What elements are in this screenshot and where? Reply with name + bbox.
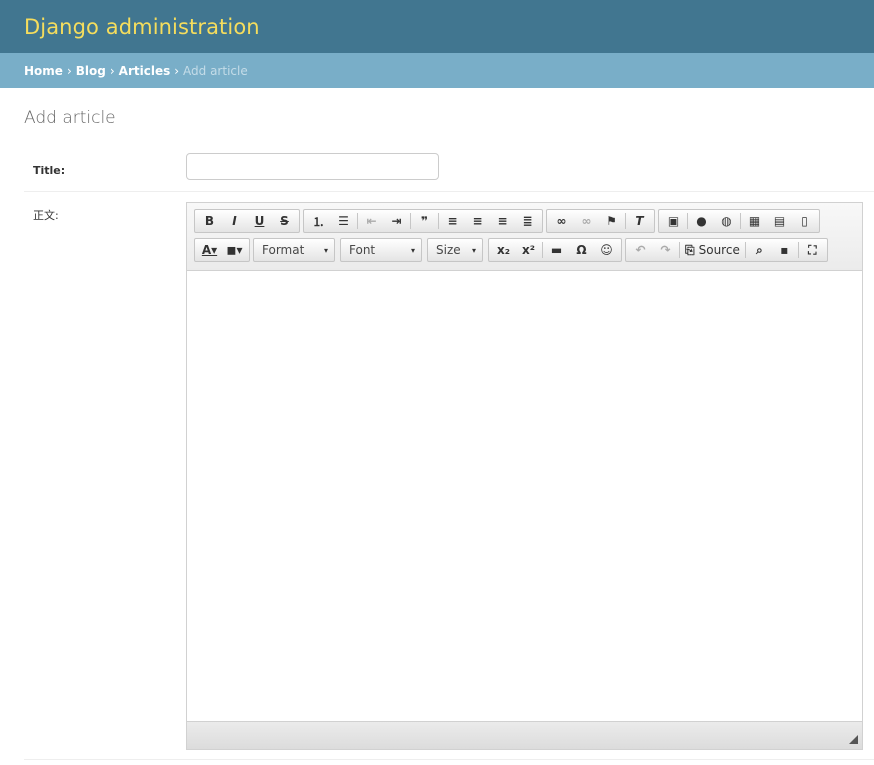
unlink-icon[interactable]: ∞ bbox=[574, 211, 599, 231]
rich-text-editor: B I U S ⒈ ☰ ⇤ ⇥ ❞ ≡ ≡ ≡ ≣ ∞ ∞ ⚑ T ▣ ● ◍ … bbox=[186, 202, 863, 750]
format-dropdown[interactable]: Format ▾ bbox=[253, 238, 335, 262]
body-form-row: 正文: B I U S ⒈ ☰ ⇤ ⇥ ❞ ≡ ≡ ≡ ≣ ∞ ∞ ⚑ T ▣ … bbox=[24, 192, 874, 760]
preview-icon[interactable]: ⌕ bbox=[747, 240, 772, 260]
editor-toolbar: B I U S ⒈ ☰ ⇤ ⇥ ❞ ≡ ≡ ≡ ≣ ∞ ∞ ⚑ T ▣ ● ◍ … bbox=[187, 203, 862, 271]
background-color-icon[interactable]: ◼▾ bbox=[222, 240, 247, 260]
toolbar-separator bbox=[679, 242, 680, 258]
chevron-down-icon: ▾ bbox=[410, 245, 415, 255]
link-icon[interactable]: ∞ bbox=[549, 211, 574, 231]
breadcrumb-model[interactable]: Articles bbox=[119, 64, 171, 78]
toolbar-separator bbox=[625, 213, 626, 229]
source-label: Source bbox=[698, 243, 740, 257]
toolbar-separator bbox=[410, 213, 411, 229]
image-icon[interactable]: ▣ bbox=[661, 211, 686, 231]
breadcrumb-current: Add article bbox=[183, 63, 248, 78]
document-icon[interactable]: ▯ bbox=[792, 211, 817, 231]
toolbar-group-basic: B I U S bbox=[194, 209, 300, 233]
undo-icon[interactable]: ↶ bbox=[628, 240, 653, 260]
numbered-list-icon[interactable]: ⒈ bbox=[306, 211, 331, 231]
toolbar-separator bbox=[740, 213, 741, 229]
align-center-icon[interactable]: ≡ bbox=[465, 211, 490, 231]
superscript-icon[interactable]: x² bbox=[516, 240, 541, 260]
smiley-icon[interactable]: ☺ bbox=[594, 240, 619, 260]
decrease-indent-icon[interactable]: ⇤ bbox=[359, 211, 384, 231]
breadcrumb-home[interactable]: Home bbox=[24, 64, 63, 78]
toolbar-separator bbox=[438, 213, 439, 229]
increase-indent-icon[interactable]: ⇥ bbox=[384, 211, 409, 231]
toolbar-row-2: A▾ ◼▾ Format ▾ Font ▾ Size ▾ x₂ x² ▬ Ω ☺… bbox=[194, 238, 855, 264]
source-icon: ⎘ bbox=[685, 242, 695, 257]
resize-handle-icon[interactable] bbox=[849, 735, 858, 744]
page-title: Add article bbox=[24, 108, 116, 128]
align-left-icon[interactable]: ≡ bbox=[440, 211, 465, 231]
chevron-down-icon: ▾ bbox=[323, 245, 328, 255]
toolbar-group-document: ↶ ↷ ⎘ Source ⌕ ▪ ⛶ bbox=[625, 238, 828, 262]
remove-format-icon[interactable]: T bbox=[627, 211, 652, 231]
site-brand[interactable]: Django administration bbox=[24, 15, 260, 39]
special-char-icon[interactable]: Ω bbox=[569, 240, 594, 260]
font-dropdown[interactable]: Font ▾ bbox=[340, 238, 422, 262]
toolbar-separator bbox=[542, 242, 543, 258]
maximize-icon[interactable]: ⛶ bbox=[800, 240, 825, 260]
main-content: Add article Title: 正文: B I U S ⒈ ☰ ⇤ ⇥ ❞… bbox=[0, 88, 874, 760]
save-icon[interactable]: ▪ bbox=[772, 240, 797, 260]
strikethrough-icon[interactable]: S bbox=[272, 211, 297, 231]
breadcrumb: Home › Blog › Articles › Add article bbox=[0, 53, 874, 88]
body-label: 正文: bbox=[33, 209, 59, 222]
title-input[interactable] bbox=[186, 153, 439, 180]
toolbar-row-1: B I U S ⒈ ☰ ⇤ ⇥ ❞ ≡ ≡ ≡ ≣ ∞ ∞ ⚑ T ▣ ● ◍ … bbox=[194, 209, 855, 235]
editor-status-bar bbox=[187, 721, 862, 749]
toolbar-separator bbox=[357, 213, 358, 229]
toolbar-group-links: ∞ ∞ ⚑ T bbox=[546, 209, 655, 233]
underline-icon[interactable]: U bbox=[247, 211, 272, 231]
title-label: Title: bbox=[33, 164, 66, 177]
justify-icon[interactable]: ≣ bbox=[515, 211, 540, 231]
iframe-icon[interactable]: ◍ bbox=[714, 211, 739, 231]
size-dropdown[interactable]: Size ▾ bbox=[427, 238, 483, 262]
align-right-icon[interactable]: ≡ bbox=[490, 211, 515, 231]
form-icon[interactable]: ▤ bbox=[767, 211, 792, 231]
size-dropdown-label: Size bbox=[436, 243, 461, 257]
subscript-icon[interactable]: x₂ bbox=[491, 240, 516, 260]
bulleted-list-icon[interactable]: ☰ bbox=[331, 211, 356, 231]
italic-icon[interactable]: I bbox=[222, 211, 247, 231]
toolbar-group-colors: A▾ ◼▾ bbox=[194, 238, 250, 262]
toolbar-separator bbox=[687, 213, 688, 229]
table-icon[interactable]: ▦ bbox=[742, 211, 767, 231]
toolbar-separator bbox=[797, 242, 799, 258]
flash-icon[interactable]: ● bbox=[689, 211, 714, 231]
source-button[interactable]: ⎘ Source bbox=[681, 240, 744, 260]
title-form-row: Title: bbox=[24, 153, 874, 192]
toolbar-separator bbox=[744, 242, 746, 258]
breadcrumb-separator: › bbox=[109, 63, 115, 78]
font-dropdown-label: Font bbox=[349, 243, 376, 257]
toolbar-group-insert: ▣ ● ◍ ▦ ▤ ▯ bbox=[658, 209, 820, 233]
format-dropdown-label: Format bbox=[262, 243, 305, 257]
toolbar-group-paragraph: ⒈ ☰ ⇤ ⇥ ❞ ≡ ≡ ≡ ≣ bbox=[303, 209, 543, 233]
toolbar-group-special: x₂ x² ▬ Ω ☺ bbox=[488, 238, 622, 262]
text-color-icon[interactable]: A▾ bbox=[197, 240, 222, 260]
breadcrumb-separator: › bbox=[66, 63, 72, 78]
editor-content-area[interactable] bbox=[187, 271, 862, 722]
redo-icon[interactable]: ↷ bbox=[653, 240, 678, 260]
site-header: Django administration bbox=[0, 0, 874, 53]
bold-icon[interactable]: B bbox=[197, 211, 222, 231]
anchor-icon[interactable]: ⚑ bbox=[599, 211, 624, 231]
horizontal-line-icon[interactable]: ▬ bbox=[544, 240, 569, 260]
breadcrumb-separator: › bbox=[174, 63, 180, 78]
chevron-down-icon: ▾ bbox=[471, 245, 476, 255]
breadcrumb-app[interactable]: Blog bbox=[76, 64, 106, 78]
blockquote-icon[interactable]: ❞ bbox=[412, 211, 437, 231]
